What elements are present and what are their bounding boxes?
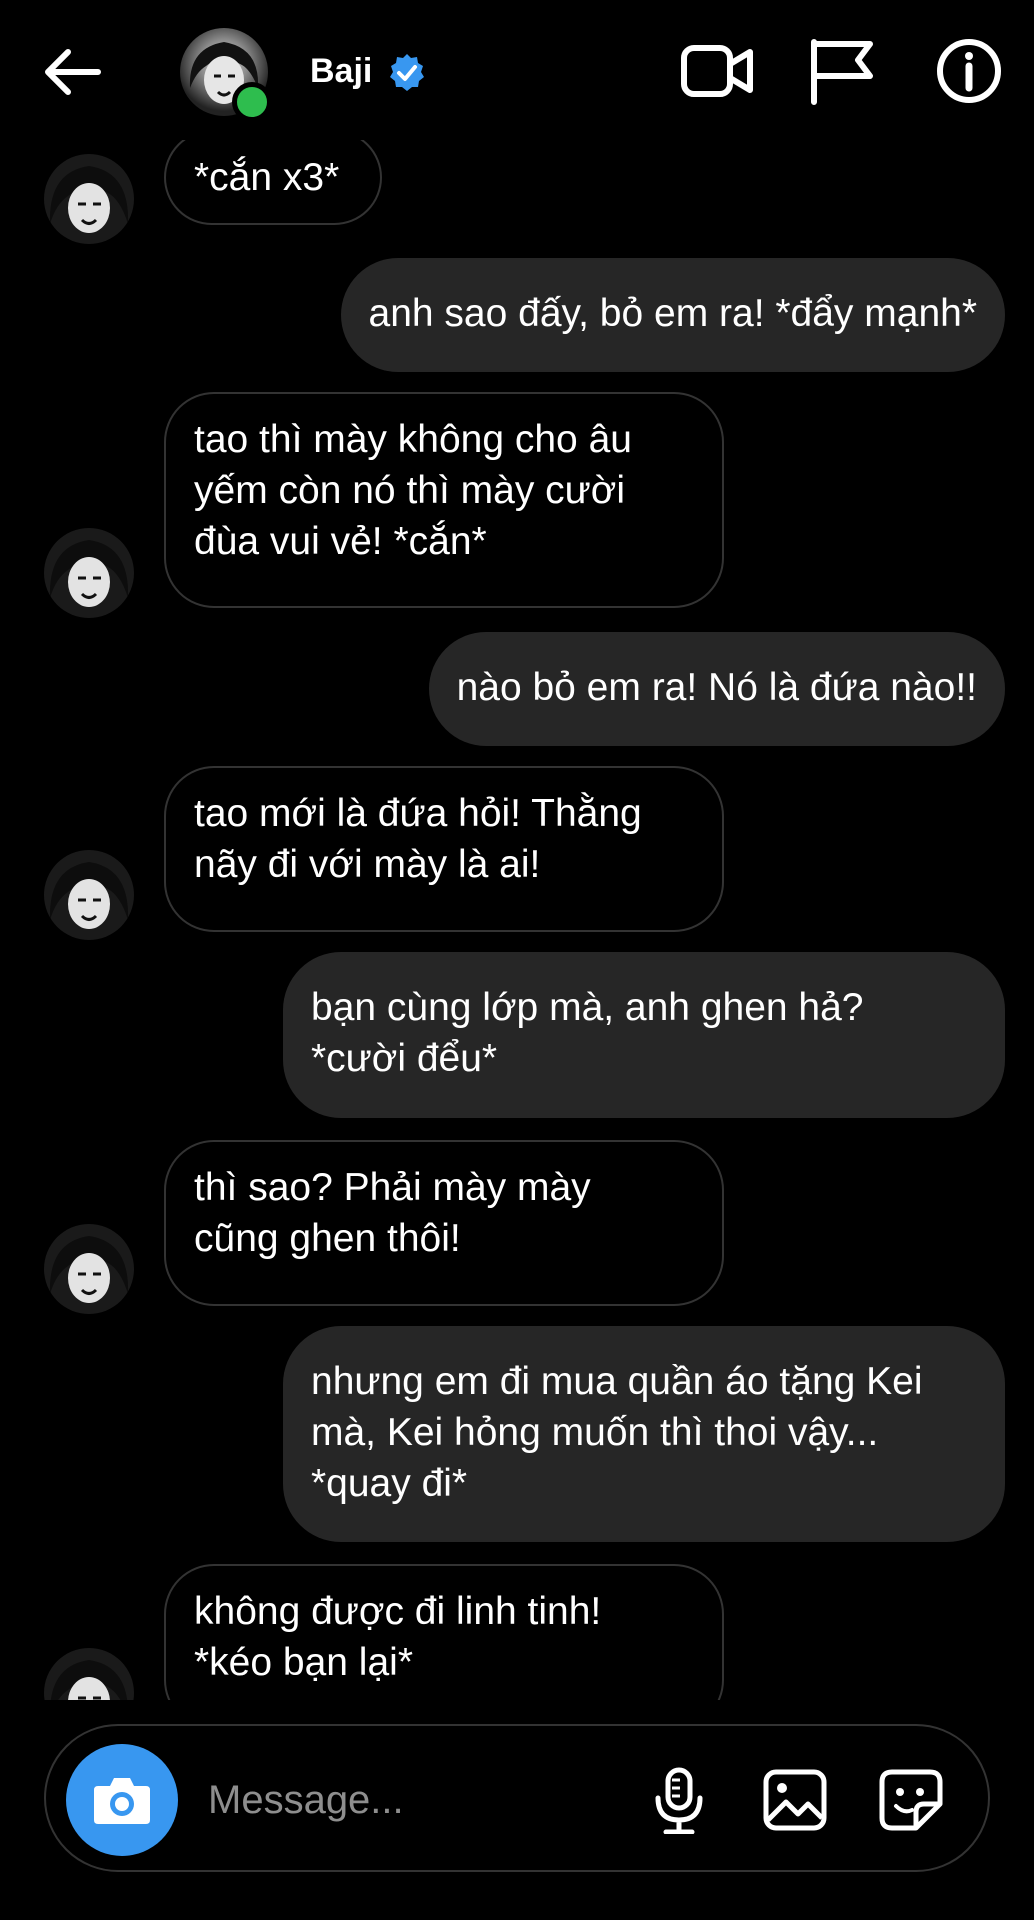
chat-header: Baji [0,0,1034,140]
verified-badge-icon [390,54,424,91]
camera-button[interactable] [66,1744,178,1856]
sender-avatar [44,154,134,244]
sender-avatar [44,528,134,618]
incoming-message[interactable]: thì sao? Phải mày mày cũng ghen thôi! [164,1140,724,1306]
incoming-message[interactable]: *cắn x3* [164,140,382,225]
message-thread[interactable]: *cắn x3* anh sao đấy, bỏ em ra! *đẩy mạn… [0,140,1034,1700]
gallery-icon[interactable] [762,1766,828,1834]
flag-icon[interactable] [806,36,880,106]
message-input[interactable] [206,1770,630,1830]
outgoing-message[interactable]: anh sao đấy, bỏ em ra! *đẩy mạnh* [340,258,1005,372]
info-icon[interactable] [932,36,1006,106]
video-call-icon[interactable] [680,36,754,106]
outgoing-message[interactable]: nào bỏ em ra! Nó là đứa nào!! [428,632,1005,746]
sender-avatar [44,850,134,940]
microphone-icon[interactable] [646,1766,712,1834]
message-composer [44,1724,990,1872]
back-arrow-icon[interactable] [40,44,104,100]
outgoing-message[interactable]: nhưng em đi mua quần áo tặng Kei mà, Kei… [283,1326,1005,1542]
camera-icon [94,1778,150,1824]
contact-name[interactable]: Baji [310,52,372,91]
online-status-dot [232,82,272,122]
sender-avatar [44,1224,134,1314]
incoming-message[interactable]: tao mới là đứa hỏi! Thằng nãy đi với mày… [164,766,724,932]
incoming-message[interactable]: tao thì mày không cho âu yếm còn nó thì … [164,392,724,608]
outgoing-message[interactable]: bạn cùng lớp mà, anh ghen hả? *cười đểu* [283,952,1005,1118]
sticker-icon[interactable] [878,1766,944,1834]
incoming-message[interactable]: không được đi linh tinh! *kéo bạn lại* [164,1564,724,1700]
sender-avatar [44,1648,134,1700]
